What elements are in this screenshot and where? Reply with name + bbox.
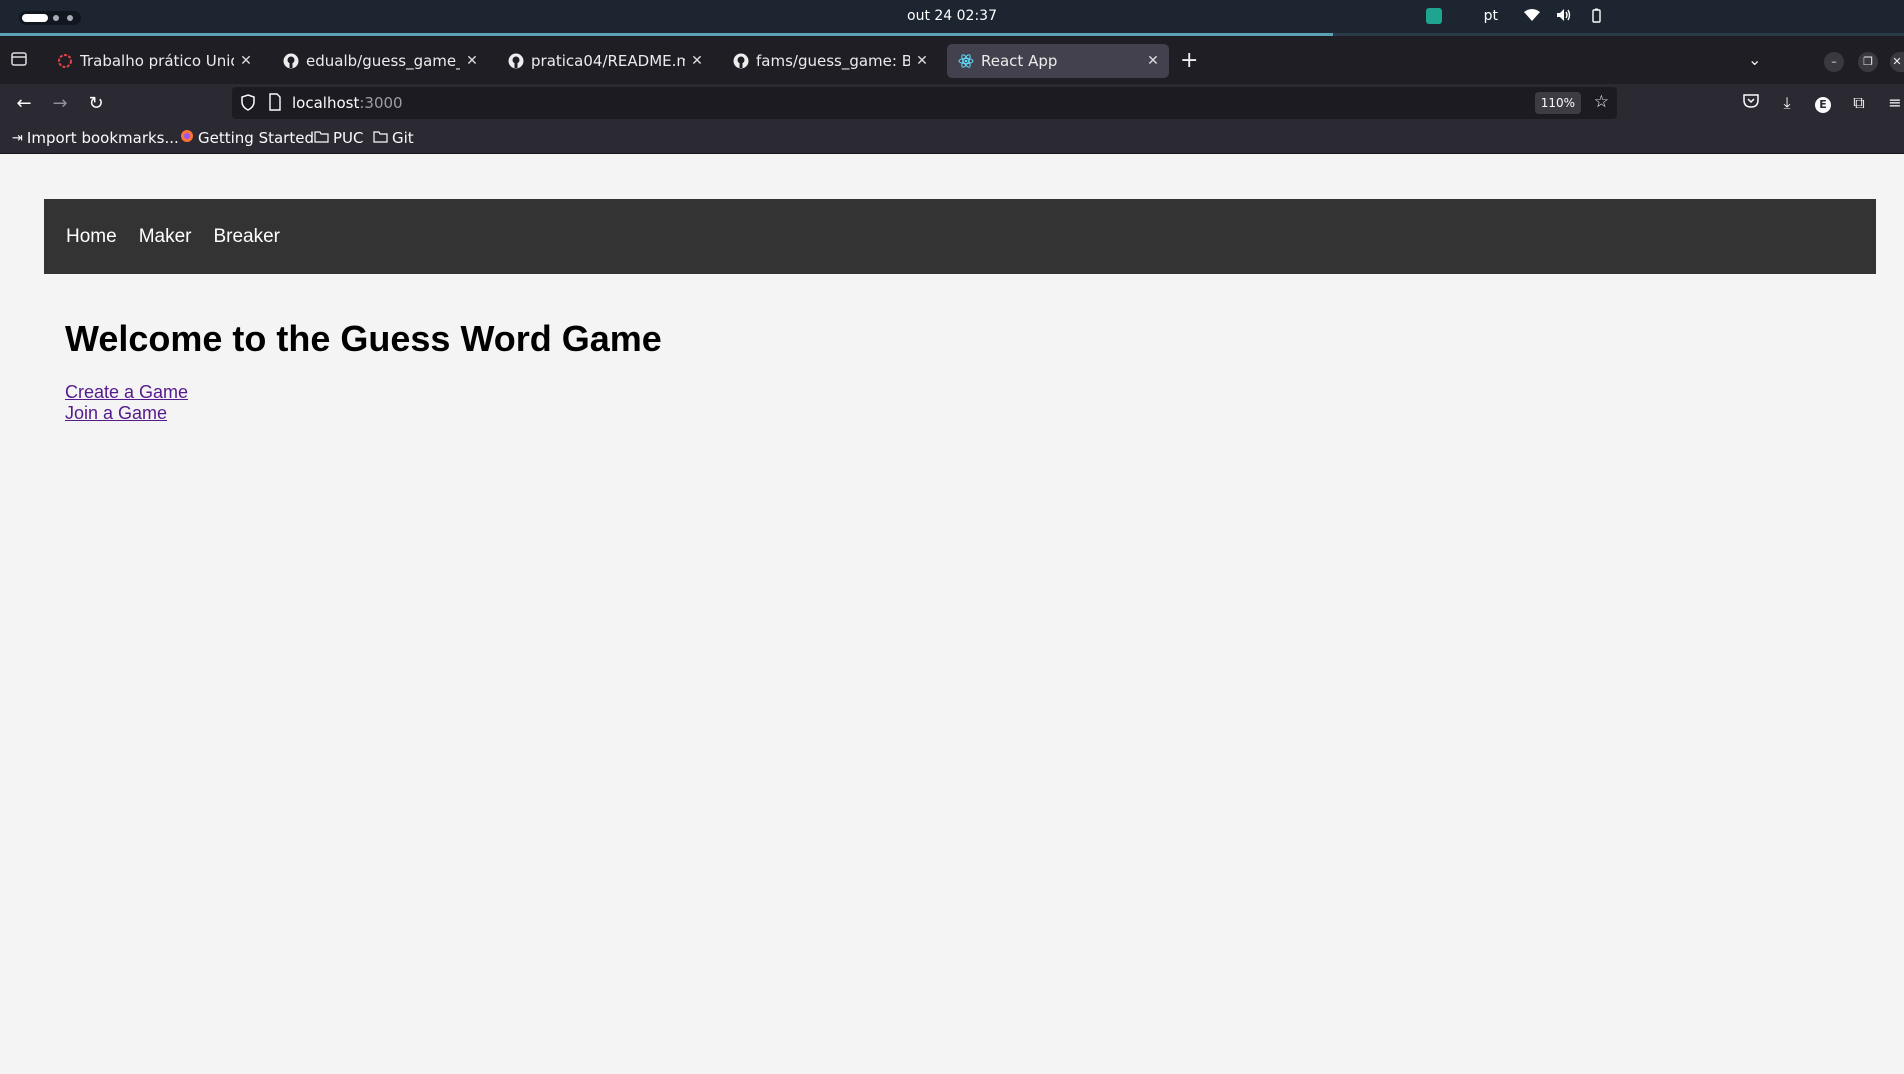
close-icon[interactable]: ✕ (238, 53, 254, 69)
bookmark-import[interactable]: ⇥ Import bookmarks... (12, 129, 179, 147)
bookmark-getting-started[interactable]: Getting Started (180, 129, 314, 147)
page-viewport: Home Maker Breaker Welcome to the Guess … (0, 155, 1904, 1074)
browser-tab-active[interactable]: React App ✕ (947, 44, 1169, 78)
tab-title: React App (981, 52, 1058, 70)
import-icon: ⇥ (12, 130, 23, 146)
back-arrow-icon[interactable]: ← (12, 92, 36, 116)
github-icon (282, 52, 300, 70)
power-icon (1588, 8, 1604, 28)
close-icon[interactable]: ✕ (914, 53, 930, 69)
close-window-icon[interactable]: ✕ (1890, 52, 1904, 72)
pocket-icon[interactable] (1740, 93, 1762, 113)
navigation-toolbar: ← → ↻ localhost:3000 110% ☆ ⤓ E ⧉ ≡ (0, 84, 1904, 124)
nav-link-breaker[interactable]: Breaker (213, 226, 280, 248)
page-title: Welcome to the Guess Word Game (65, 318, 662, 359)
game-links: Create a Game Join a Game (65, 382, 188, 424)
bookmark-label: PUC (333, 129, 364, 147)
bookmark-label: Git (392, 129, 414, 147)
extensions-puzzle-icon[interactable]: ⧉ (1848, 93, 1870, 113)
url-port: :3000 (359, 94, 403, 112)
nav-link-maker[interactable]: Maker (139, 226, 192, 248)
address-bar[interactable]: localhost:3000 110% ☆ (232, 87, 1617, 119)
folder-icon (373, 130, 388, 147)
close-icon[interactable]: ✕ (464, 53, 480, 69)
url-text[interactable]: localhost:3000 (292, 94, 403, 112)
react-icon (957, 52, 975, 70)
forward-arrow-icon[interactable]: → (48, 92, 72, 116)
tab-title: fams/guess_game: Backe (756, 52, 910, 70)
bookmark-star-icon[interactable]: ☆ (1594, 92, 1609, 112)
bookmark-label: Getting Started (198, 129, 314, 147)
firefox-view-icon[interactable] (10, 50, 30, 70)
browser-tab[interactable]: pratica04/README.md at ✕ (497, 44, 713, 78)
download-icon[interactable]: ⤓ (1776, 93, 1798, 113)
bookmark-label: Import bookmarks... (26, 129, 179, 147)
close-icon[interactable]: ✕ (689, 53, 705, 69)
list-all-tabs-chevron-icon[interactable]: ⌄ (1748, 50, 1761, 69)
github-icon (732, 52, 750, 70)
site-navbar: Home Maker Breaker (44, 199, 1876, 274)
wifi-icon (1524, 8, 1540, 26)
red-ring-icon (56, 52, 74, 70)
join-game-link[interactable]: Join a Game (65, 403, 188, 424)
firefox-icon (180, 129, 194, 147)
tab-strip: Trabalho prático Unidade ✕ edualb/guess_… (0, 36, 1904, 84)
github-icon (507, 52, 525, 70)
tab-title: pratica04/README.md at (531, 52, 685, 70)
folder-icon (314, 130, 329, 147)
page-info-icon[interactable] (268, 93, 282, 115)
create-game-link[interactable]: Create a Game (65, 382, 188, 403)
zoom-indicator[interactable]: 110% (1534, 92, 1581, 114)
menu-hamburger-icon[interactable]: ≡ (1884, 93, 1904, 112)
system-top-bar: out 24 02:37 pt (0, 0, 1904, 36)
tab-title: edualb/guess_game_puc (306, 52, 460, 70)
browser-tab[interactable]: edualb/guess_game_puc ✕ (272, 44, 488, 78)
nav-link-home[interactable]: Home (66, 226, 117, 248)
reload-icon[interactable]: ↻ (84, 92, 108, 116)
app-indicator-icon[interactable] (1426, 8, 1442, 24)
shield-icon[interactable] (240, 94, 256, 115)
new-tab-button[interactable]: + (1180, 48, 1198, 73)
restore-icon[interactable]: ❐ (1858, 52, 1878, 72)
tab-title: Trabalho prático Unidade (80, 52, 234, 70)
language-indicator[interactable]: pt (1484, 8, 1498, 24)
close-icon[interactable]: ✕ (1145, 53, 1161, 69)
browser-tab[interactable]: fams/guess_game: Backe ✕ (722, 44, 938, 78)
bookmark-folder-puc[interactable]: PUC (314, 129, 364, 147)
volume-icon (1556, 8, 1572, 26)
account-avatar-icon[interactable]: E (1812, 93, 1834, 113)
url-host: localhost (292, 94, 360, 112)
minimize-icon[interactable]: – (1824, 52, 1844, 72)
bookmark-folder-git[interactable]: Git (373, 129, 414, 147)
system-clock[interactable]: out 24 02:37 (0, 8, 1904, 24)
bookmarks-toolbar: ⇥ Import bookmarks... Getting Started PU… (0, 124, 1904, 154)
browser-tab[interactable]: Trabalho prático Unidade ✕ (46, 44, 262, 78)
